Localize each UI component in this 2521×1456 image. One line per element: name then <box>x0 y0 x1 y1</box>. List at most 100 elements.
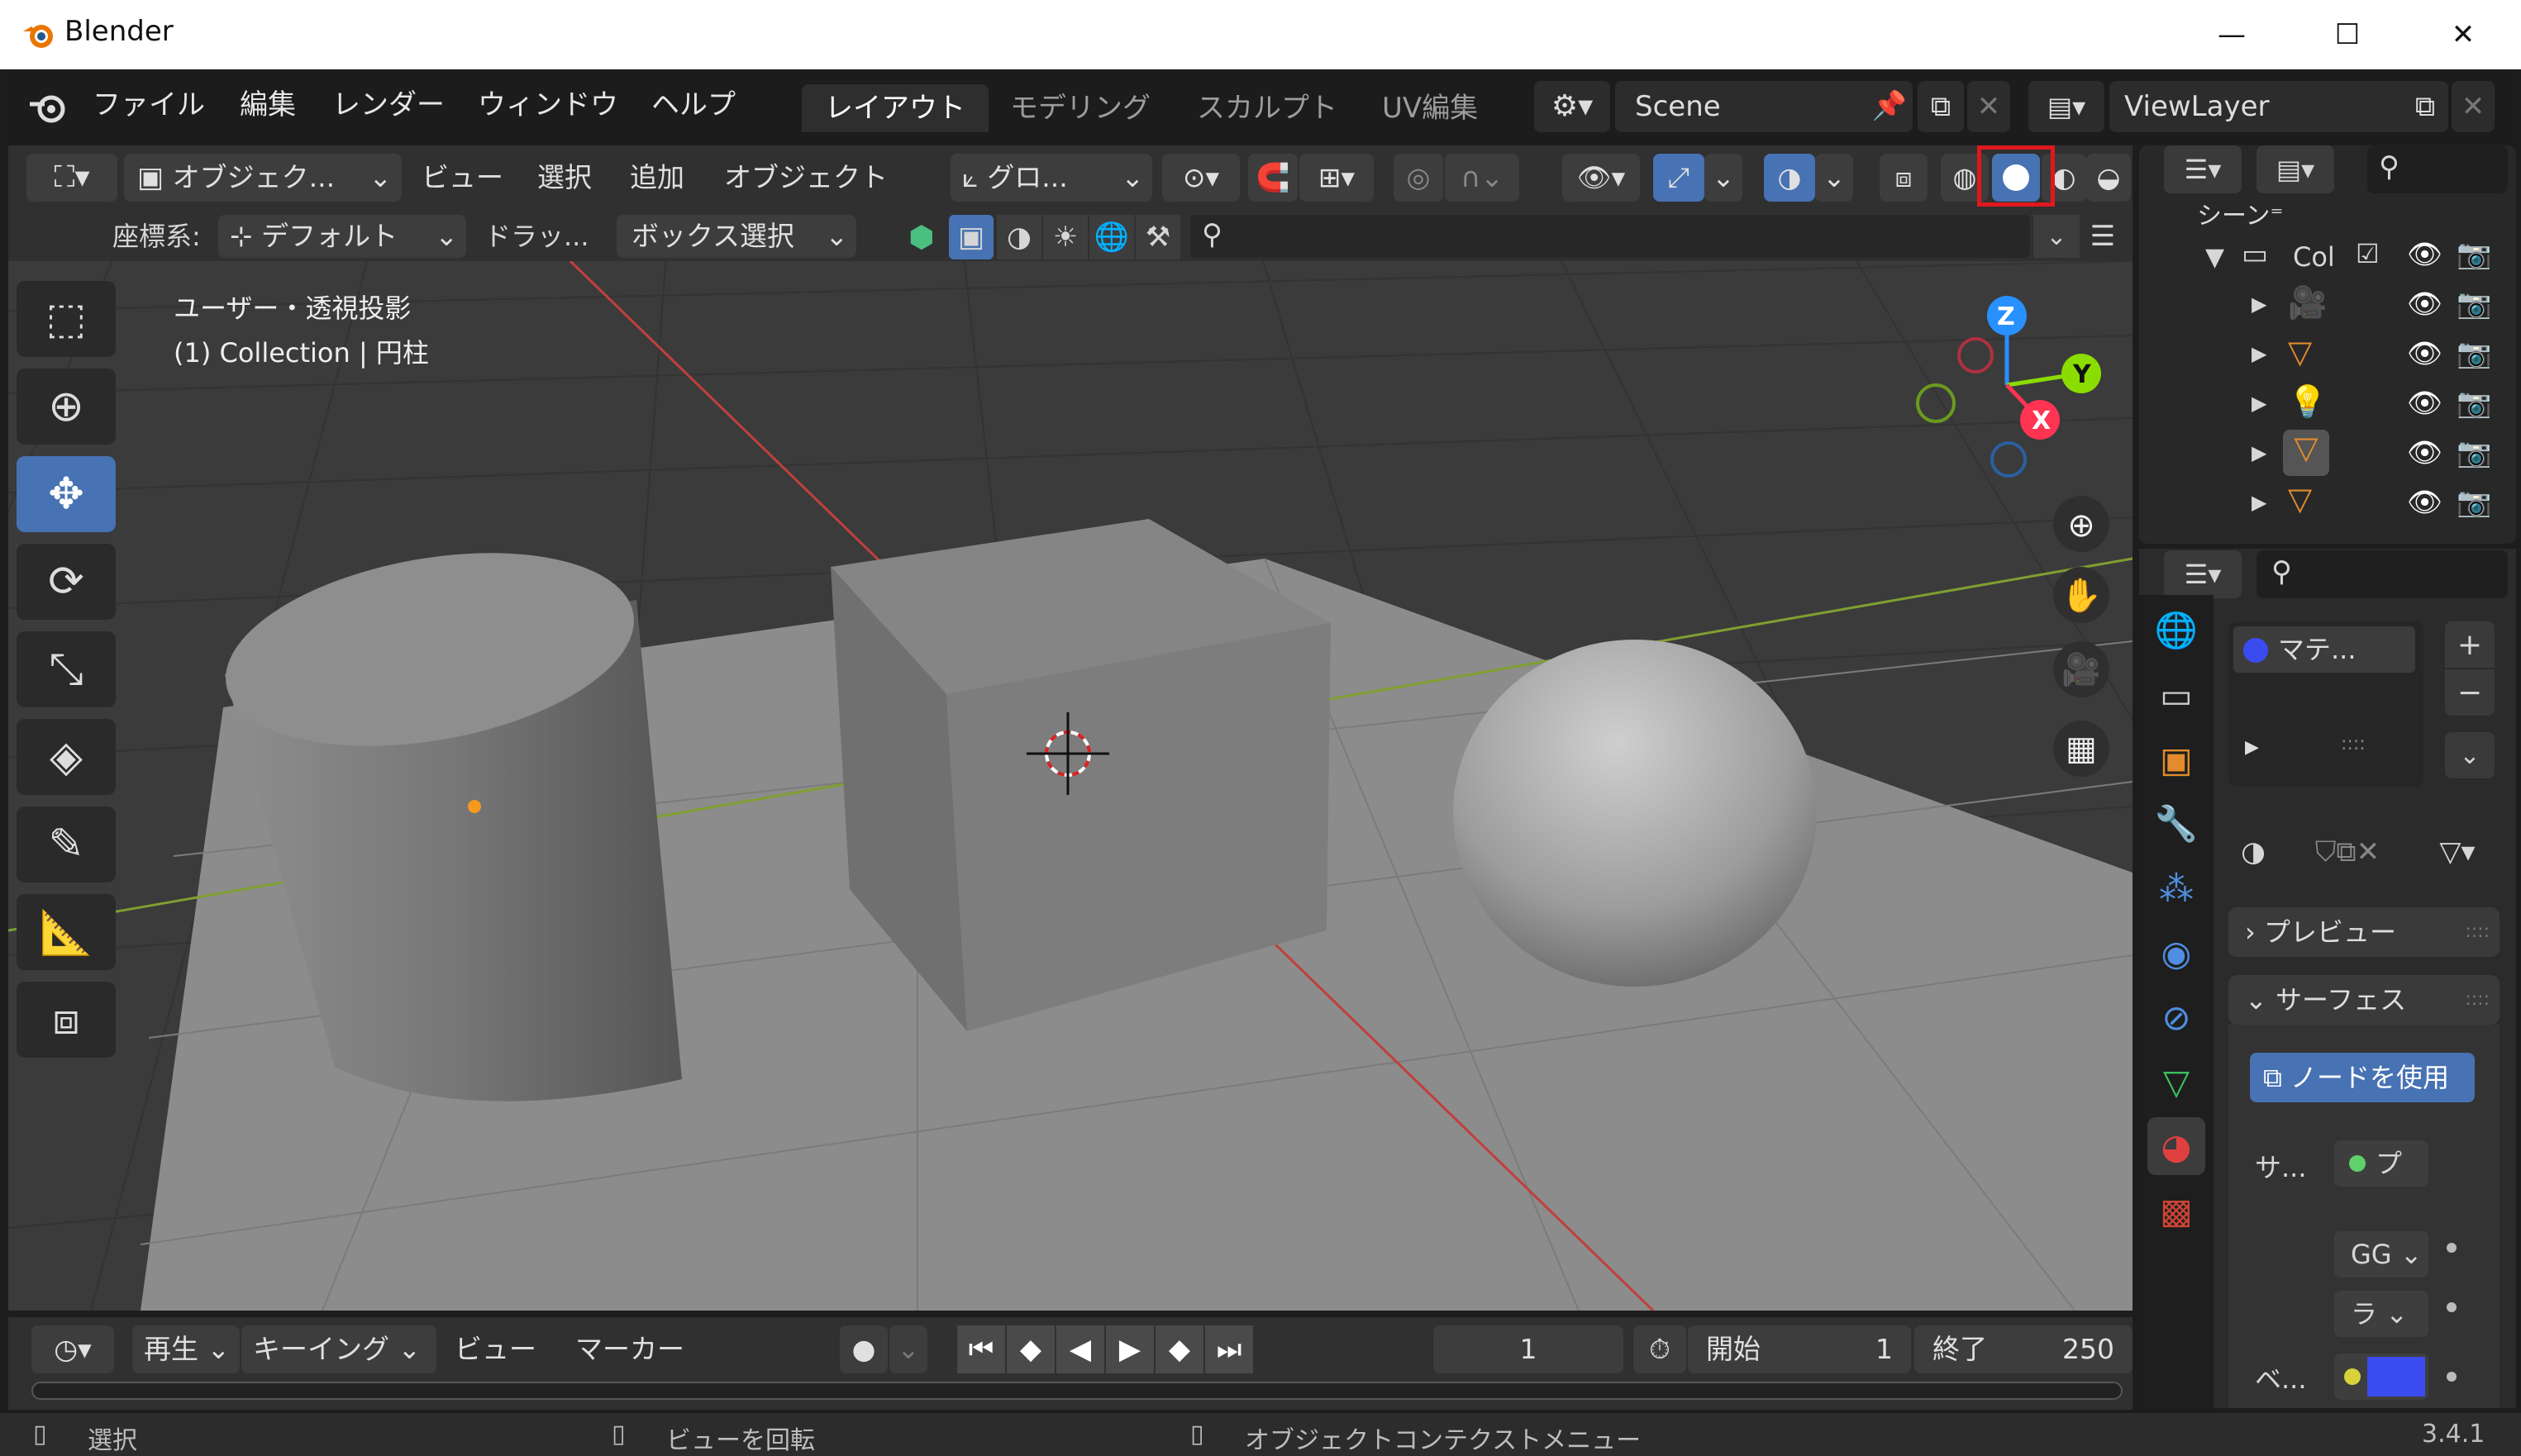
menu-object[interactable]: オブジェクト <box>724 154 888 202</box>
eye-icon[interactable]: 👁 <box>2407 387 2442 420</box>
add-cube-tool-icon[interactable]: ⧈ <box>17 982 116 1058</box>
eye-icon[interactable]: 👁 <box>2407 238 2442 271</box>
link-data-icon[interactable]: ▽▾ <box>2420 830 2495 874</box>
collection-tab-icon[interactable]: ▭ <box>2147 666 2205 724</box>
properties-editor-type-icon[interactable]: ☰▾ <box>2164 550 2242 598</box>
material-tab-icon[interactable]: ◕ <box>2147 1117 2205 1175</box>
3d-viewport[interactable]: ユーザー・透視投影 (1) Collection | 円柱 Z Y X ⊕ ✋ … <box>8 212 2133 1311</box>
shading-sphere-icon[interactable]: ◑ <box>997 215 1041 259</box>
cursor-tool-icon[interactable]: ⊕ <box>17 369 116 445</box>
camera-render-icon[interactable]: 📷 <box>2457 238 2491 271</box>
editor-type-button[interactable]: ⛶▾ <box>26 154 117 202</box>
scene-collection-label[interactable]: シーン⁼ <box>2197 195 2283 231</box>
mesh-data-icon[interactable]: ⚒ <box>1136 215 1180 259</box>
expand-triangle-icon[interactable]: ▶ <box>2252 293 2266 316</box>
lights-icon[interactable]: ☀ <box>1043 215 1088 259</box>
timeline-editor-type-icon[interactable]: ◷▾ <box>31 1325 114 1373</box>
eye-icon[interactable]: 👁 <box>2407 436 2442 469</box>
transform-orientation-dropdown[interactable]: ⟀ グロ... ⌄ <box>951 154 1152 202</box>
zoom-icon[interactable]: ⊕ <box>2053 497 2109 554</box>
eye-icon[interactable]: 👁 <box>2407 337 2442 370</box>
data-tab-icon[interactable]: ▽ <box>2147 1053 2205 1111</box>
preview-panel-header[interactable]: › プレビュー:::: <box>2228 907 2500 957</box>
expand-triangle-icon[interactable]: ▶ <box>2245 737 2259 758</box>
blender-menu-icon[interactable] <box>26 88 69 127</box>
current-frame-field[interactable]: 1 <box>1433 1325 1623 1373</box>
menu-edit[interactable]: 編集 <box>240 84 296 126</box>
scale-tool-icon[interactable]: ⤡ <box>17 631 116 707</box>
modifier-tab-icon[interactable]: 🔧 <box>2147 795 2205 853</box>
expand-triangle-icon[interactable]: ▼ <box>2205 243 2224 272</box>
world-icon[interactable]: 🌐 <box>1089 215 1134 259</box>
box-select-icon[interactable]: ▣ <box>949 215 994 259</box>
tab-modeling[interactable]: モデリング <box>987 84 1174 132</box>
jump-end-icon[interactable]: ⏭ <box>1205 1325 1253 1373</box>
keying-dropdown[interactable]: キーイング ⌄ <box>241 1325 436 1373</box>
rotate-tool-icon[interactable]: ⟳ <box>17 544 116 620</box>
expand-triangle-icon[interactable]: ▶ <box>2252 392 2266 415</box>
play-reverse-icon[interactable]: ◀ <box>1056 1325 1104 1373</box>
timeline-scrollbar[interactable] <box>31 1382 2123 1400</box>
play-icon[interactable]: ▶ <box>1106 1325 1154 1373</box>
gizmo-z-label[interactable]: Z <box>1997 302 2015 331</box>
gizmo-x-label[interactable]: X <box>2032 407 2051 435</box>
camera-render-icon[interactable]: 📷 <box>2457 387 2491 420</box>
menu-select[interactable]: 選択 <box>537 154 592 202</box>
subsurface-method-dropdown[interactable]: ラ ⌄ <box>2334 1291 2428 1337</box>
menu-add[interactable]: 追加 <box>630 154 684 202</box>
maximize-button[interactable]: ☐ <box>2290 0 2405 69</box>
move-tool-icon[interactable]: ✥ <box>17 456 116 532</box>
menu-view[interactable]: ビュー <box>422 154 503 202</box>
base-color-field[interactable] <box>2334 1354 2428 1400</box>
menu-window[interactable]: ウィンドウ <box>478 84 618 126</box>
playback-dropdown[interactable]: 再生 ⌄ <box>132 1325 240 1373</box>
minimize-button[interactable]: — <box>2174 0 2290 69</box>
camera-render-icon[interactable]: 📷 <box>2457 288 2491 321</box>
color-wheel-icon[interactable]: ⬢ <box>901 216 942 258</box>
outliner-display-mode-icon[interactable]: ☰▾ <box>2164 145 2242 193</box>
visibility-button[interactable]: 👁▾ <box>1562 154 1640 202</box>
particles-tab-icon[interactable]: ⁂ <box>2147 859 2205 917</box>
record-icon[interactable]: ● <box>840 1325 888 1373</box>
expand-triangle-icon[interactable]: ▶ <box>2252 342 2266 365</box>
decorator-dot[interactable] <box>2447 1302 2457 1312</box>
close-button[interactable]: ✕ <box>2405 0 2521 69</box>
expand-triangle-icon[interactable]: ▶ <box>2252 441 2266 464</box>
outliner-search-input[interactable]: ⚲ <box>2367 145 2508 193</box>
pivot-point-button[interactable]: ⊙▾ <box>1162 154 1240 202</box>
properties-search-input[interactable]: ⚲ <box>2257 550 2508 598</box>
physics-tab-icon[interactable]: ◉ <box>2147 924 2205 982</box>
xray-toggle-icon[interactable]: ⧈ <box>1880 154 1928 202</box>
base-color-swatch[interactable] <box>2367 1357 2425 1397</box>
prev-keyframe-icon[interactable]: ◆ <box>1007 1325 1055 1373</box>
new-viewlayer-button[interactable]: ⧉ <box>2402 81 2448 132</box>
slot-specials-icon[interactable]: ⌄ <box>2445 732 2495 778</box>
transform-tool-icon[interactable]: ◈ <box>17 719 116 795</box>
menu-render[interactable]: レンダー <box>332 84 445 126</box>
overlay-toggle-icon[interactable]: ◑ <box>1764 154 1815 202</box>
timeline-marker-menu[interactable]: マーカー <box>575 1325 684 1373</box>
delete-viewlayer-button[interactable]: ✕ <box>2452 81 2495 132</box>
object-tab-icon[interactable]: ▣ <box>2147 730 2205 788</box>
timeline-view-menu[interactable]: ビュー <box>455 1325 536 1373</box>
add-slot-icon[interactable]: + <box>2445 621 2495 668</box>
collection-name[interactable]: Col <box>2293 241 2335 273</box>
snap-icon[interactable]: 🧲 <box>1248 154 1298 202</box>
camera-render-icon[interactable]: 📷 <box>2457 436 2491 469</box>
annotate-tool-icon[interactable]: ✎ <box>17 807 116 883</box>
pin-icon[interactable]: 📌 <box>1871 88 1908 124</box>
next-keyframe-icon[interactable]: ◆ <box>1156 1325 1203 1373</box>
surface-panel-header[interactable]: ⌄ サーフェス:::: <box>2228 975 2500 1025</box>
gizmo-toggle-icon[interactable]: ⤢ <box>1653 154 1704 202</box>
gizmo-dropdown[interactable]: ⌄ <box>1704 154 1742 202</box>
tab-sculpt[interactable]: スカルプト <box>1174 84 1361 132</box>
camera-render-icon[interactable]: 📷 <box>2457 486 2491 519</box>
end-frame-field[interactable]: 終了 250 <box>1914 1325 2133 1373</box>
stopwatch-icon[interactable]: ⏱ <box>1633 1325 1686 1373</box>
eye-icon[interactable]: 👁 <box>2407 288 2442 321</box>
resize-grip[interactable]: :::: <box>2341 734 2366 754</box>
outliner-filter-icon[interactable]: ☰ <box>2080 215 2126 258</box>
mesh-object-icon[interactable]: ▽ <box>2288 334 2312 370</box>
coord-system-dropdown[interactable]: ⊹ デフォルト ⌄ <box>218 215 466 258</box>
distribution-dropdown[interactable]: GG ⌄ <box>2334 1231 2428 1278</box>
